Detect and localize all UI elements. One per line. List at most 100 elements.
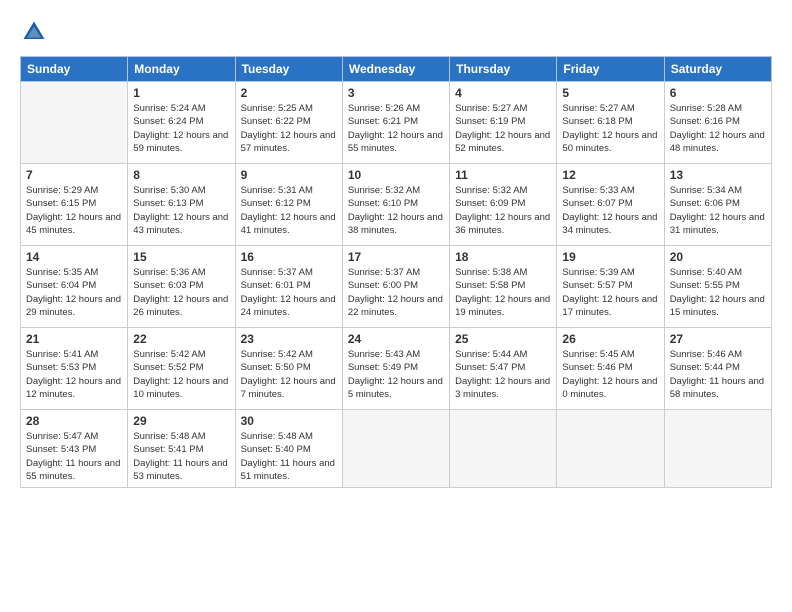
logo-icon — [20, 18, 48, 46]
day-info: Sunrise: 5:26 AM Sunset: 6:21 PM Dayligh… — [348, 102, 444, 155]
calendar-day-cell: 14 Sunrise: 5:35 AM Sunset: 6:04 PM Dayli… — [21, 246, 128, 328]
day-info: Sunrise: 5:41 AM Sunset: 5:53 PM Dayligh… — [26, 348, 122, 401]
day-number: 17 — [348, 250, 444, 264]
day-info: Sunrise: 5:42 AM Sunset: 5:50 PM Dayligh… — [241, 348, 337, 401]
day-number: 2 — [241, 86, 337, 100]
calendar-header-thursday: Thursday — [450, 57, 557, 82]
calendar-day-cell — [21, 82, 128, 164]
calendar-header-wednesday: Wednesday — [342, 57, 449, 82]
day-number: 15 — [133, 250, 229, 264]
calendar-day-cell: 3 Sunrise: 5:26 AM Sunset: 6:21 PM Daylig… — [342, 82, 449, 164]
day-info: Sunrise: 5:42 AM Sunset: 5:52 PM Dayligh… — [133, 348, 229, 401]
calendar-day-cell: 11 Sunrise: 5:32 AM Sunset: 6:09 PM Dayli… — [450, 164, 557, 246]
calendar-header-monday: Monday — [128, 57, 235, 82]
day-info: Sunrise: 5:35 AM Sunset: 6:04 PM Dayligh… — [26, 266, 122, 319]
calendar-header-sunday: Sunday — [21, 57, 128, 82]
day-info: Sunrise: 5:43 AM Sunset: 5:49 PM Dayligh… — [348, 348, 444, 401]
day-number: 6 — [670, 86, 766, 100]
calendar-day-cell: 10 Sunrise: 5:32 AM Sunset: 6:10 PM Dayli… — [342, 164, 449, 246]
calendar-day-cell: 21 Sunrise: 5:41 AM Sunset: 5:53 PM Dayli… — [21, 328, 128, 410]
day-number: 14 — [26, 250, 122, 264]
calendar-day-cell: 22 Sunrise: 5:42 AM Sunset: 5:52 PM Dayli… — [128, 328, 235, 410]
calendar-day-cell: 12Sunrise: 5:33 AM Sunset: 6:07 PM Dayli… — [557, 164, 664, 246]
calendar-day-cell: 9 Sunrise: 5:31 AM Sunset: 6:12 PM Daylig… — [235, 164, 342, 246]
day-info: Sunrise: 5:27 AM Sunset: 6:19 PM Dayligh… — [455, 102, 551, 155]
day-info: Sunrise: 5:27 AM Sunset: 6:18 PM Dayligh… — [562, 102, 658, 155]
calendar-day-cell: 18 Sunrise: 5:38 AM Sunset: 5:58 PM Dayli… — [450, 246, 557, 328]
calendar-day-cell: 6 Sunrise: 5:28 AM Sunset: 6:16 PM Daylig… — [664, 82, 771, 164]
day-number: 18 — [455, 250, 551, 264]
day-number: 21 — [26, 332, 122, 346]
day-info: Sunrise: 5:47 AM Sunset: 5:43 PM Dayligh… — [26, 430, 122, 483]
day-number: 19 — [562, 250, 658, 264]
calendar-day-cell — [664, 410, 771, 488]
day-number: 9 — [241, 168, 337, 182]
day-info: Sunrise: 5:28 AM Sunset: 6:16 PM Dayligh… — [670, 102, 766, 155]
day-number: 25 — [455, 332, 551, 346]
calendar-day-cell: 20 Sunrise: 5:40 AM Sunset: 5:55 PM Dayli… — [664, 246, 771, 328]
day-number: 30 — [241, 414, 337, 428]
day-number: 8 — [133, 168, 229, 182]
page: SundayMondayTuesdayWednesdayThursdayFrid… — [0, 0, 792, 612]
calendar-header-tuesday: Tuesday — [235, 57, 342, 82]
calendar-header-saturday: Saturday — [664, 57, 771, 82]
calendar-day-cell: 4 Sunrise: 5:27 AM Sunset: 6:19 PM Daylig… — [450, 82, 557, 164]
day-info: Sunrise: 5:30 AM Sunset: 6:13 PM Dayligh… — [133, 184, 229, 237]
calendar-day-cell: 19Sunrise: 5:39 AM Sunset: 5:57 PM Dayli… — [557, 246, 664, 328]
day-info: Sunrise: 5:37 AM Sunset: 6:00 PM Dayligh… — [348, 266, 444, 319]
day-number: 4 — [455, 86, 551, 100]
calendar-week-row: 14 Sunrise: 5:35 AM Sunset: 6:04 PM Dayli… — [21, 246, 772, 328]
day-number: 27 — [670, 332, 766, 346]
day-number: 24 — [348, 332, 444, 346]
day-info: Sunrise: 5:31 AM Sunset: 6:12 PM Dayligh… — [241, 184, 337, 237]
day-number: 5 — [562, 86, 658, 100]
day-info: Sunrise: 5:32 AM Sunset: 6:09 PM Dayligh… — [455, 184, 551, 237]
calendar-day-cell: 28Sunrise: 5:47 AM Sunset: 5:43 PM Dayli… — [21, 410, 128, 488]
day-info: Sunrise: 5:38 AM Sunset: 5:58 PM Dayligh… — [455, 266, 551, 319]
calendar-day-cell: 13Sunrise: 5:34 AM Sunset: 6:06 PM Dayli… — [664, 164, 771, 246]
day-info: Sunrise: 5:37 AM Sunset: 6:01 PM Dayligh… — [241, 266, 337, 319]
calendar-week-row: 1 Sunrise: 5:24 AM Sunset: 6:24 PM Daylig… — [21, 82, 772, 164]
day-number: 11 — [455, 168, 551, 182]
calendar-week-row: 28Sunrise: 5:47 AM Sunset: 5:43 PM Dayli… — [21, 410, 772, 488]
day-info: Sunrise: 5:32 AM Sunset: 6:10 PM Dayligh… — [348, 184, 444, 237]
day-info: Sunrise: 5:29 AM Sunset: 6:15 PM Dayligh… — [26, 184, 122, 237]
day-number: 22 — [133, 332, 229, 346]
header — [20, 18, 772, 46]
calendar-day-cell: 27 Sunrise: 5:46 AM Sunset: 5:44 PM Dayli… — [664, 328, 771, 410]
day-info: Sunrise: 5:46 AM Sunset: 5:44 PM Dayligh… — [670, 348, 766, 401]
calendar-header-row: SundayMondayTuesdayWednesdayThursdayFrid… — [21, 57, 772, 82]
calendar-day-cell: 29Sunrise: 5:48 AM Sunset: 5:41 PM Dayli… — [128, 410, 235, 488]
day-number: 13 — [670, 168, 766, 182]
calendar-day-cell: 1 Sunrise: 5:24 AM Sunset: 6:24 PM Daylig… — [128, 82, 235, 164]
calendar-day-cell: 17 Sunrise: 5:37 AM Sunset: 6:00 PM Dayli… — [342, 246, 449, 328]
calendar-day-cell: 8 Sunrise: 5:30 AM Sunset: 6:13 PM Daylig… — [128, 164, 235, 246]
day-number: 3 — [348, 86, 444, 100]
day-number: 1 — [133, 86, 229, 100]
day-number: 10 — [348, 168, 444, 182]
calendar-table: SundayMondayTuesdayWednesdayThursdayFrid… — [20, 56, 772, 488]
day-number: 16 — [241, 250, 337, 264]
calendar-day-cell: 25Sunrise: 5:44 AM Sunset: 5:47 PM Dayli… — [450, 328, 557, 410]
calendar-day-cell: 23 Sunrise: 5:42 AM Sunset: 5:50 PM Dayli… — [235, 328, 342, 410]
day-info: Sunrise: 5:24 AM Sunset: 6:24 PM Dayligh… — [133, 102, 229, 155]
calendar-day-cell — [557, 410, 664, 488]
calendar-day-cell — [342, 410, 449, 488]
calendar-day-cell: 16 Sunrise: 5:37 AM Sunset: 6:01 PM Dayli… — [235, 246, 342, 328]
day-number: 20 — [670, 250, 766, 264]
day-info: Sunrise: 5:33 AM Sunset: 6:07 PM Dayligh… — [562, 184, 658, 237]
calendar-header-friday: Friday — [557, 57, 664, 82]
day-info: Sunrise: 5:36 AM Sunset: 6:03 PM Dayligh… — [133, 266, 229, 319]
calendar-week-row: 7 Sunrise: 5:29 AM Sunset: 6:15 PM Daylig… — [21, 164, 772, 246]
calendar-day-cell: 26Sunrise: 5:45 AM Sunset: 5:46 PM Dayli… — [557, 328, 664, 410]
calendar-day-cell: 30Sunrise: 5:48 AM Sunset: 5:40 PM Dayli… — [235, 410, 342, 488]
day-info: Sunrise: 5:25 AM Sunset: 6:22 PM Dayligh… — [241, 102, 337, 155]
calendar-week-row: 21 Sunrise: 5:41 AM Sunset: 5:53 PM Dayli… — [21, 328, 772, 410]
day-number: 23 — [241, 332, 337, 346]
day-number: 26 — [562, 332, 658, 346]
calendar-day-cell — [450, 410, 557, 488]
logo — [20, 18, 52, 46]
day-number: 7 — [26, 168, 122, 182]
day-info: Sunrise: 5:40 AM Sunset: 5:55 PM Dayligh… — [670, 266, 766, 319]
calendar-day-cell: 7 Sunrise: 5:29 AM Sunset: 6:15 PM Daylig… — [21, 164, 128, 246]
